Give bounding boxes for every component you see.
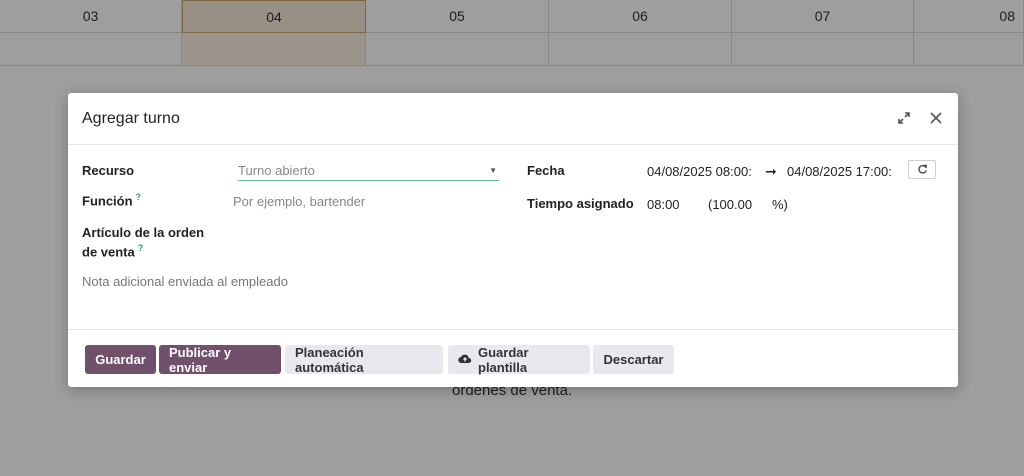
fecha-start-input[interactable]: 04/08/2025 08:00: [647, 164, 752, 179]
percent-sign: %) [772, 197, 788, 212]
note-input[interactable]: Nota adicional enviada al empleado [82, 274, 288, 289]
recurso-value: Turno abierto [238, 163, 315, 178]
cloud-upload-icon [458, 352, 472, 367]
funcion-input[interactable]: Por ejemplo, bartender [233, 194, 365, 209]
expand-icon[interactable] [894, 107, 914, 129]
fecha-label: Fecha [527, 163, 565, 178]
percent-input[interactable]: (100.00 [708, 197, 752, 212]
dialog-header: Agregar turno [68, 93, 958, 145]
arrow-right-icon: ➞ [765, 163, 777, 179]
caret-down-icon: ▼ [489, 166, 497, 175]
articulo-label-text: de venta [82, 244, 135, 260]
save-template-button[interactable]: Guardar plantilla [448, 344, 590, 375]
close-icon[interactable] [926, 107, 946, 129]
help-icon[interactable]: ? [136, 192, 142, 202]
tiempo-asignado-label: Tiempo asignado [527, 196, 634, 211]
articulo-label-line2: de venta? [82, 243, 143, 259]
refresh-icon [917, 164, 927, 174]
funcion-label-text: Función [82, 193, 133, 209]
auto-plan-button[interactable]: Planeación automática [285, 345, 443, 375]
save-template-label: Guardar plantilla [478, 344, 529, 375]
recurso-label: Recurso [82, 163, 135, 178]
articulo-label-line1: Artículo de la orden [82, 225, 205, 240]
dialog-title: Agregar turno [82, 109, 180, 127]
funcion-label: Función? [82, 192, 141, 208]
fecha-end-input[interactable]: 04/08/2025 17:00: [787, 164, 892, 179]
publish-send-button[interactable]: Publicar y enviar [159, 345, 281, 375]
refresh-button[interactable] [908, 160, 936, 179]
hours-input[interactable]: 08:00 [647, 197, 680, 212]
help-icon[interactable]: ? [138, 243, 144, 253]
dialog-body: Recurso Turno abierto ▼ Función? Por eje… [68, 145, 958, 329]
dialog-footer: Guardar Publicar y enviar Planeación aut… [68, 329, 958, 387]
save-button[interactable]: Guardar [85, 345, 156, 374]
add-shift-dialog: Agregar turno Recurso Turno abierto ▼ Fu… [68, 93, 958, 387]
recurso-select[interactable]: Turno abierto ▼ [238, 161, 499, 181]
discard-button[interactable]: Descartar [593, 345, 674, 374]
